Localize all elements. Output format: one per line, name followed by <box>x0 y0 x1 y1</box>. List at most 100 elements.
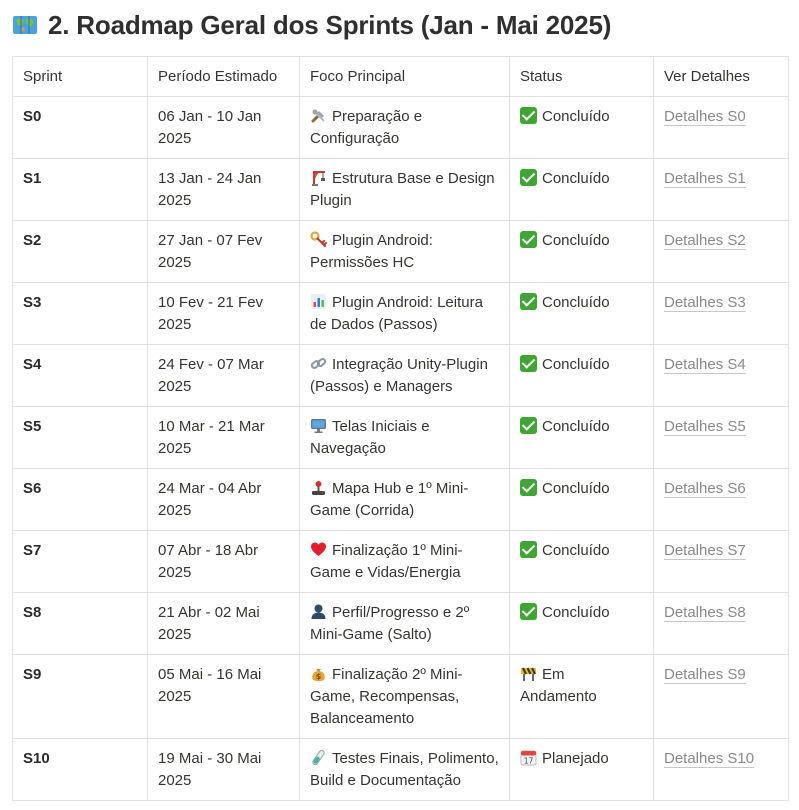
table-header-row: Sprint Período Estimado Foco Principal Stat… <box>12 56 789 97</box>
status-cell: Em Andamento <box>509 654 654 739</box>
details-link[interactable]: Detalhes S2 <box>664 232 746 249</box>
check-icon <box>520 603 537 620</box>
period-cell: 27 Jan - 07 Fev 2025 <box>147 220 300 283</box>
status-text: Planejado <box>542 750 609 767</box>
focus-cell: $ Finalização 2º Mini-Game, Recompensas, … <box>299 654 510 739</box>
status-text: Concluído <box>542 232 610 249</box>
monitor-icon <box>311 419 326 433</box>
calendar-icon: 17 <box>520 750 537 766</box>
check-icon <box>520 107 537 124</box>
status-cell: Concluído <box>509 158 654 221</box>
focus-cell: Testes Finais, Polimento, Build e Docume… <box>299 738 510 801</box>
header-status: Status <box>509 56 654 97</box>
table-row: S9 05 Mai - 16 Mai 2025 $ Finalização 2º Mi… <box>12 654 789 739</box>
period-cell: 21 Abr - 02 Mai 2025 <box>147 592 300 655</box>
status-cell: Concluído <box>509 282 654 345</box>
status-cell: Concluído <box>509 592 654 655</box>
focus-cell: Mapa Hub e 1º Mini-Game (Corrida) <box>299 468 510 531</box>
details-link[interactable]: Detalhes S1 <box>664 170 746 187</box>
period-cell: 24 Mar - 04 Abr 2025 <box>147 468 300 531</box>
table-row: S4 24 Fev - 07 Mar 2025 Integração Unity-P… <box>12 344 789 407</box>
test-tube-icon <box>312 749 325 766</box>
key-icon <box>310 231 327 247</box>
table-body: S0 06 Jan - 10 Jan 2025 Preparação e Confi… <box>12 96 789 801</box>
details-link[interactable]: Detalhes S9 <box>664 666 746 683</box>
details-link[interactable]: Detalhes S4 <box>664 356 746 373</box>
status-cell: Concluído <box>509 220 654 283</box>
user-icon <box>311 604 326 619</box>
status-text: Concluído <box>542 294 610 311</box>
details-cell: Detalhes S3 <box>653 282 789 345</box>
details-link[interactable]: Detalhes S0 <box>664 108 746 125</box>
focus-text: Testes Finais, Polimento, Build e Docume… <box>310 750 499 789</box>
sprint-cell: S0 <box>12 96 148 159</box>
focus-text: Finalização 1º Mini-Game e Vidas/Energia <box>310 542 463 581</box>
focus-text: Telas Iniciais e Navegação <box>310 418 430 457</box>
sprint-cell: S4 <box>12 344 148 407</box>
world-map-icon <box>13 16 37 34</box>
section-heading: 2. Roadmap Geral dos Sprints (Jan - Mai … <box>12 0 799 50</box>
details-link[interactable]: Detalhes S10 <box>664 750 754 767</box>
table-row: S8 21 Abr - 02 Mai 2025 Perfil/Progresso e… <box>12 592 789 655</box>
details-cell: Detalhes S2 <box>653 220 789 283</box>
sprint-cell: S10 <box>12 738 148 801</box>
construction-barrier-icon <box>521 667 536 681</box>
focus-text: Plugin Android: Permissões HC <box>310 232 433 271</box>
focus-cell: Integração Unity-Plugin (Passos) e Manag… <box>299 344 510 407</box>
check-icon <box>520 355 537 372</box>
header-period: Período Estimado <box>147 56 300 97</box>
check-icon <box>520 417 537 434</box>
status-text: Concluído <box>542 542 610 559</box>
svg-text:17: 17 <box>524 757 534 766</box>
status-text: Concluído <box>542 604 610 621</box>
table-row: S1 13 Jan - 24 Jan 2025 Estrutura Base e D… <box>12 158 789 221</box>
focus-cell: Plugin Android: Permissões HC <box>299 220 510 283</box>
sprint-cell: S6 <box>12 468 148 531</box>
check-icon <box>520 479 537 496</box>
focus-cell: Preparação e Configuração <box>299 96 510 159</box>
check-icon <box>520 293 537 310</box>
focus-cell: Estrutura Base e Design Plugin <box>299 158 510 221</box>
details-cell: Detalhes S9 <box>653 654 789 739</box>
details-link[interactable]: Detalhes S5 <box>664 418 746 435</box>
focus-cell: Perfil/Progresso e 2º Mini-Game (Salto) <box>299 592 510 655</box>
check-icon <box>520 231 537 248</box>
status-text: Concluído <box>542 356 610 373</box>
details-link[interactable]: Detalhes S3 <box>664 294 746 311</box>
sprint-cell: S5 <box>12 406 148 469</box>
focus-text: Estrutura Base e Design Plugin <box>310 170 495 209</box>
sprint-cell: S9 <box>12 654 148 739</box>
tools-icon <box>311 109 325 123</box>
details-link[interactable]: Detalhes S7 <box>664 542 746 559</box>
details-cell: Detalhes S1 <box>653 158 789 221</box>
focus-text: Finalização 2º Mini-Game, Recompensas, B… <box>310 666 463 727</box>
focus-cell: Plugin Android: Leitura de Dados (Passos… <box>299 282 510 345</box>
status-cell: Concluído <box>509 530 654 593</box>
table-row: S3 10 Fev - 21 Fev 2025 Plugin Android: Le… <box>12 282 789 345</box>
focus-text: Plugin Android: Leitura de Dados (Passos… <box>310 294 483 333</box>
details-cell: Detalhes S5 <box>653 406 789 469</box>
focus-text: Integração Unity-Plugin (Passos) e Manag… <box>310 356 488 395</box>
status-text: Concluído <box>542 170 610 187</box>
details-link[interactable]: Detalhes S6 <box>664 480 746 497</box>
sprint-cell: S1 <box>12 158 148 221</box>
focus-cell: Telas Iniciais e Navegação <box>299 406 510 469</box>
period-cell: 05 Mai - 16 Mai 2025 <box>147 654 300 739</box>
period-cell: 10 Mar - 21 Mar 2025 <box>147 406 300 469</box>
status-cell: Concluído <box>509 406 654 469</box>
status-cell: Concluído <box>509 96 654 159</box>
focus-cell: Finalização 1º Mini-Game e Vidas/Energia <box>299 530 510 593</box>
details-cell: Detalhes S8 <box>653 592 789 655</box>
page: 2. Roadmap Geral dos Sprints (Jan - Mai … <box>0 0 799 801</box>
bar-chart-icon <box>311 294 326 309</box>
period-cell: 07 Abr - 18 Abr 2025 <box>147 530 300 593</box>
table-row: S0 06 Jan - 10 Jan 2025 Preparação e Confi… <box>12 96 789 159</box>
check-icon <box>520 541 537 558</box>
construction-crane-icon <box>312 171 325 186</box>
details-cell: Detalhes S10 <box>653 738 789 801</box>
details-link[interactable]: Detalhes S8 <box>664 604 746 621</box>
table-row: S7 07 Abr - 18 Abr 2025 Finalização 1º Min… <box>12 530 789 593</box>
table-row: S6 24 Mar - 04 Abr 2025 Mapa Hub e 1º Mini… <box>12 468 789 531</box>
status-cell: Concluído <box>509 344 654 407</box>
focus-text: Mapa Hub e 1º Mini-Game (Corrida) <box>310 480 469 519</box>
